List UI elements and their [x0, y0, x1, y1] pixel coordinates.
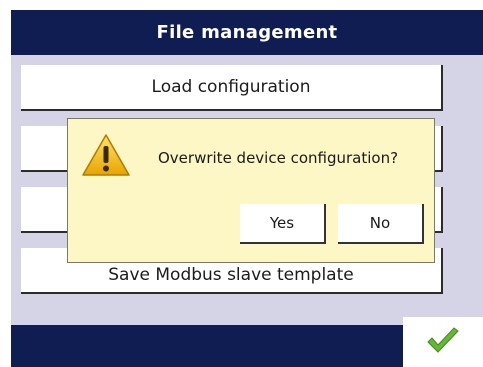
dialog-message: Overwrite device configuration?: [158, 149, 399, 167]
device-screen: File management Load configuration Save …: [11, 10, 483, 367]
page-title: File management: [156, 22, 338, 43]
warning-icon: [82, 134, 130, 176]
load-configuration-button[interactable]: Load configuration: [21, 65, 443, 111]
no-button[interactable]: No: [338, 204, 424, 244]
checkmark-icon: [427, 327, 459, 353]
confirm-button[interactable]: [403, 317, 483, 367]
confirm-dialog: Overwrite device configuration? Yes No: [67, 118, 435, 263]
yes-button[interactable]: Yes: [240, 204, 326, 244]
